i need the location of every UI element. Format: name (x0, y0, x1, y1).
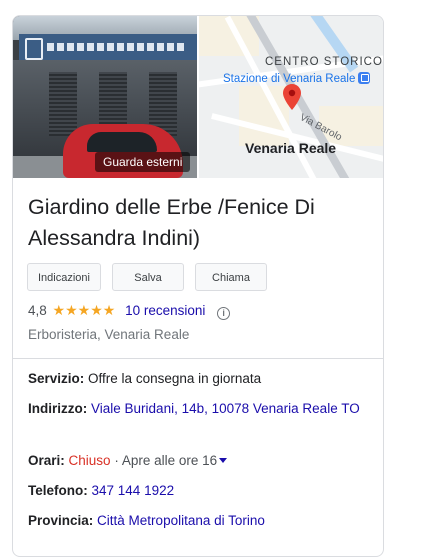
rating-row: 4,8 ★★★★★ 10 recensioni i (28, 301, 231, 320)
shop-logo-icon (25, 38, 43, 60)
map-district-label: CENTRO STORICO (265, 56, 383, 68)
shop-sign-lettering (47, 43, 187, 51)
hours-next-open[interactable]: · Apre alle ore 16 (111, 453, 217, 468)
address-link[interactable]: Viale Buridani, 14b, 10078 Venaria Reale… (91, 401, 360, 416)
map-town-label: Venaria Reale (245, 140, 337, 156)
phone-label: Telefono: (28, 483, 88, 498)
province-row: Provincia: Città Metropolitana di Torino (28, 510, 373, 532)
hours-row: Orari: Chiuso · Apre alle ore 16 (28, 450, 373, 472)
car-window (87, 132, 157, 152)
hours-label: Orari: (28, 453, 65, 468)
hours-status: Chiuso (68, 453, 111, 468)
service-label: Servizio: (28, 371, 85, 386)
star-rating-icon: ★★★★★ (52, 302, 116, 318)
view-exterior-button[interactable]: Guarda esterni (95, 152, 191, 172)
phone-link[interactable]: 347 144 1922 (92, 483, 175, 498)
province-link[interactable]: Città Metropolitana di Torino (97, 513, 265, 528)
phone-row: Telefono: 347 144 1922 (28, 480, 373, 502)
address-label: Indirizzo: (28, 401, 88, 416)
business-name: Giardino delle Erbe /Fenice Di Alessandr… (28, 195, 315, 250)
directions-button[interactable]: Indicazioni (27, 263, 101, 291)
location-pin-icon (283, 84, 301, 115)
train-station-icon (358, 72, 371, 84)
save-button[interactable]: Salva (112, 263, 184, 291)
shop-shutter (49, 72, 77, 136)
reviews-link[interactable]: 10 recensioni (125, 303, 205, 318)
service-value: Offre la consegna in giornata (88, 371, 262, 386)
media-header: Guarda esterni CENTRO STORICO Stazione d… (13, 16, 383, 178)
address-row: Indirizzo: Viale Buridani, 14b, 10078 Ve… (28, 398, 373, 420)
business-category: Erboristeria, Venaria Reale (28, 327, 190, 342)
divider (13, 358, 383, 359)
business-panel: Guarda esterni CENTRO STORICO Stazione d… (12, 15, 384, 557)
shop-sign (19, 34, 197, 60)
location-map[interactable]: CENTRO STORICO Stazione di Venaria Reale… (199, 16, 383, 178)
province-label: Provincia: (28, 513, 94, 528)
call-button[interactable]: Chiama (195, 263, 267, 291)
info-icon[interactable]: i (217, 307, 231, 320)
storefront-photo[interactable]: Guarda esterni (13, 16, 197, 178)
chevron-down-icon[interactable] (219, 458, 228, 463)
rating-value: 4,8 (28, 303, 47, 318)
service-row: Servizio: Offre la consegna in giornata (28, 368, 373, 390)
